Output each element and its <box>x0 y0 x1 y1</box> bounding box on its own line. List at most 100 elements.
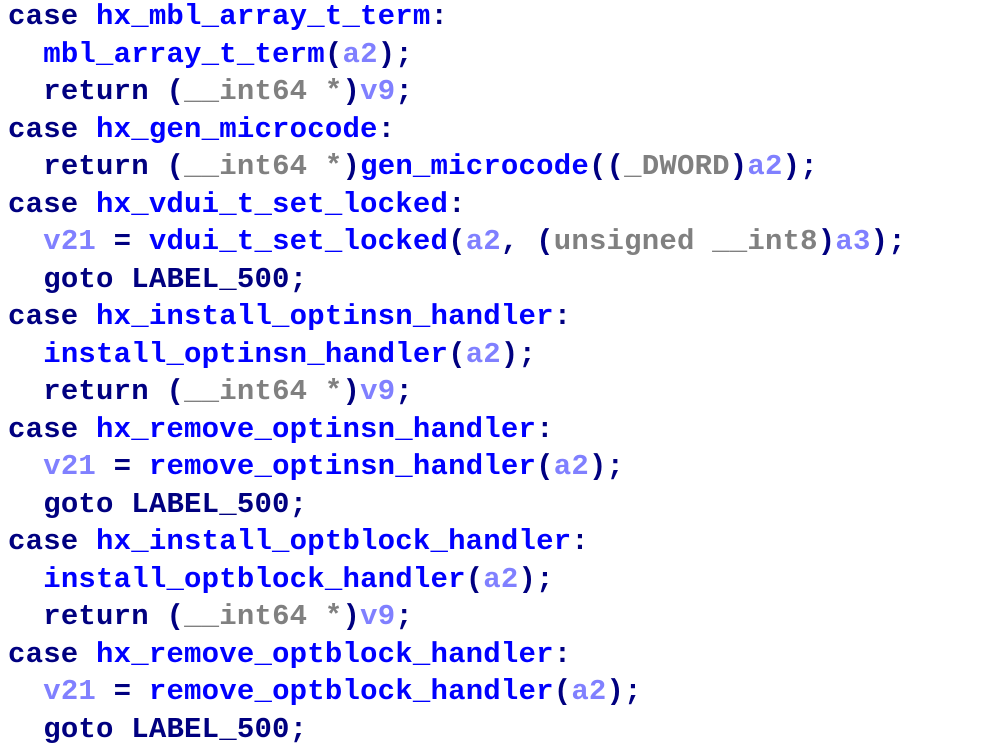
code-variable[interactable]: a3 <box>835 225 870 258</box>
code-identifier[interactable]: hx_vdui_t_set_locked <box>96 188 448 221</box>
code-line[interactable]: install_optblock_handler(a2); <box>8 561 554 598</box>
code-line[interactable]: case hx_remove_optblock_handler: <box>8 636 571 673</box>
code-line[interactable]: case hx_vdui_t_set_locked: <box>8 186 466 223</box>
code-punctuation: ; <box>395 600 413 633</box>
code-keyword: case <box>8 412 97 446</box>
code-punctuation: = <box>96 675 149 708</box>
code-identifier[interactable]: hx_mbl_array_t_term <box>96 0 430 33</box>
code-line[interactable]: return (__int64 *)v9; <box>8 73 413 110</box>
code-keyword: goto LABEL_500; <box>43 712 308 746</box>
code-type: _DWORD <box>624 150 730 183</box>
code-line[interactable]: return (__int64 *)gen_microcode((_DWORD)… <box>8 148 818 185</box>
code-punctuation: ( <box>324 37 343 71</box>
code-punctuation: = <box>96 225 149 258</box>
code-punctuation: : <box>536 412 554 446</box>
code-punctuation: ( <box>448 225 466 258</box>
code-variable[interactable]: v9 <box>360 600 395 633</box>
code-variable[interactable]: a2 <box>342 38 377 71</box>
code-punctuation: : <box>553 300 572 333</box>
code-identifier[interactable]: gen_microcode <box>360 150 589 183</box>
code-line[interactable]: case hx_remove_optinsn_handler: <box>8 411 554 448</box>
code-variable[interactable]: a2 <box>466 225 501 258</box>
code-punctuation: ) <box>342 600 361 633</box>
code-variable[interactable]: a2 <box>571 675 606 708</box>
code-variable[interactable]: v21 <box>43 675 96 708</box>
code-keyword: case <box>8 112 97 146</box>
code-punctuation: ( <box>448 337 466 371</box>
code-line[interactable]: v21 = remove_optblock_handler(a2); <box>8 673 642 710</box>
pseudocode-view[interactable]: case hx_mbl_array_t_term: mbl_array_t_te… <box>0 0 1000 748</box>
code-type: __int64 * <box>184 375 343 408</box>
code-punctuation: : <box>430 0 449 33</box>
code-punctuation: ) <box>342 75 361 108</box>
code-line[interactable]: case hx_gen_microcode: <box>8 111 395 148</box>
code-keyword: case <box>8 637 97 671</box>
code-punctuation: : <box>448 187 466 221</box>
code-identifier[interactable]: hx_install_optinsn_handler <box>96 300 554 333</box>
code-identifier[interactable]: remove_optinsn_handler <box>149 450 536 483</box>
code-variable[interactable]: v21 <box>43 225 96 258</box>
code-punctuation: (( <box>588 150 625 183</box>
code-line[interactable]: goto LABEL_500; <box>8 711 307 748</box>
code-punctuation: ; <box>395 75 413 108</box>
code-identifier[interactable]: hx_remove_optinsn_handler <box>96 413 536 446</box>
code-punctuation: ); <box>377 37 413 71</box>
code-keyword: goto LABEL_500; <box>43 487 308 521</box>
code-line[interactable]: return (__int64 *)v9; <box>8 598 413 635</box>
code-variable[interactable]: v21 <box>43 450 96 483</box>
code-keyword: return <box>43 600 167 633</box>
code-identifier[interactable]: vdui_t_set_locked <box>149 225 448 258</box>
code-keyword: case <box>8 0 97 33</box>
code-variable[interactable]: a2 <box>466 338 501 371</box>
code-type: __int64 * <box>184 600 343 633</box>
code-punctuation: ); <box>500 337 537 371</box>
code-punctuation: : <box>377 112 396 146</box>
code-type: unsigned __int8 <box>553 225 818 258</box>
code-line[interactable]: goto LABEL_500; <box>8 261 307 298</box>
code-line[interactable]: case hx_mbl_array_t_term: <box>8 0 448 35</box>
code-line[interactable]: install_optinsn_handler(a2); <box>8 336 536 373</box>
code-variable[interactable]: a2 <box>483 563 518 596</box>
code-identifier[interactable]: hx_remove_optblock_handler <box>96 638 554 671</box>
code-identifier[interactable]: hx_install_optblock_handler <box>96 525 571 558</box>
code-punctuation: ); <box>588 450 625 483</box>
code-punctuation: ); <box>518 562 554 596</box>
code-punctuation: ) <box>817 225 836 258</box>
code-line[interactable]: case hx_install_optinsn_handler: <box>8 298 571 335</box>
code-variable[interactable]: v9 <box>360 75 395 108</box>
code-identifier[interactable]: hx_gen_microcode <box>96 113 378 146</box>
code-line[interactable]: v21 = remove_optinsn_handler(a2); <box>8 448 624 485</box>
code-keyword: return <box>43 375 167 408</box>
code-line[interactable]: mbl_array_t_term(a2); <box>8 36 413 73</box>
code-punctuation: ) <box>729 150 748 183</box>
code-punctuation: : <box>571 525 589 558</box>
code-keyword: case <box>8 525 97 558</box>
code-line[interactable]: v21 = vdui_t_set_locked(a2, (unsigned __… <box>8 223 906 260</box>
code-keyword: case <box>8 300 97 333</box>
code-line[interactable]: return (__int64 *)v9; <box>8 373 413 410</box>
code-identifier[interactable]: install_optblock_handler <box>43 563 465 596</box>
code-line[interactable]: case hx_install_optblock_handler: <box>8 523 589 560</box>
code-punctuation: ( <box>166 150 185 183</box>
code-variable[interactable]: a2 <box>554 450 589 483</box>
code-variable[interactable]: v9 <box>360 375 395 408</box>
code-type: __int64 * <box>184 150 343 183</box>
code-identifier[interactable]: mbl_array_t_term <box>43 38 325 71</box>
code-line[interactable]: goto LABEL_500; <box>8 486 307 523</box>
code-punctuation: ( <box>166 75 185 108</box>
code-punctuation: ) <box>342 150 361 183</box>
code-punctuation: ( <box>465 562 484 596</box>
code-keyword: case <box>8 187 97 221</box>
code-variable[interactable]: a2 <box>747 150 782 183</box>
code-identifier[interactable]: install_optinsn_handler <box>43 338 448 371</box>
code-identifier[interactable]: remove_optblock_handler <box>149 675 554 708</box>
